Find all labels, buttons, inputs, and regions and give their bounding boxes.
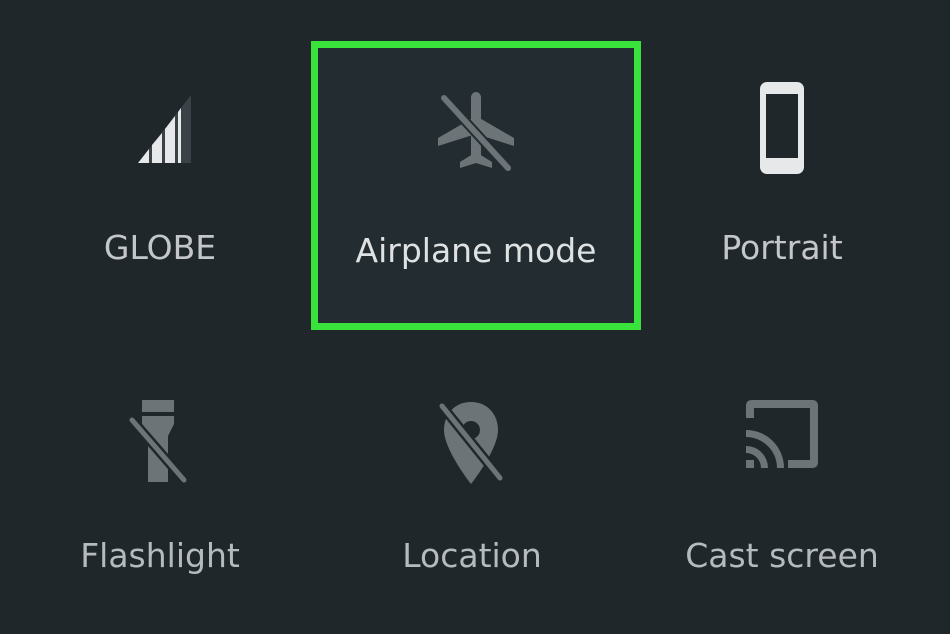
tile-cast-screen[interactable]: Cast screen	[662, 380, 902, 610]
flashlight-off-icon	[128, 400, 188, 485]
location-off-icon	[437, 401, 505, 484]
signal-icon	[138, 95, 191, 163]
tile-label-portrait: Portrait	[721, 228, 843, 267]
tile-label-location: Location	[402, 536, 542, 575]
tile-flashlight[interactable]: Flashlight	[40, 380, 280, 610]
tile-location[interactable]: Location	[352, 380, 592, 610]
tile-portrait[interactable]: Portrait	[662, 60, 902, 320]
tile-globe[interactable]: GLOBE	[40, 60, 280, 320]
tile-airplane-mode[interactable]: Airplane mode	[311, 41, 641, 330]
tile-label-globe: GLOBE	[103, 228, 217, 267]
tile-label-flashlight: Flashlight	[80, 536, 240, 575]
phone-portrait-icon	[760, 82, 804, 174]
tile-label-airplane-mode: Airplane mode	[355, 231, 597, 270]
quick-settings-panel: GLOBE Airplane mode Portrait Flashlight …	[0, 0, 950, 634]
airplane-off-icon	[438, 92, 514, 173]
tile-label-cast-screen: Cast screen	[685, 536, 879, 575]
cast-icon	[746, 400, 818, 468]
